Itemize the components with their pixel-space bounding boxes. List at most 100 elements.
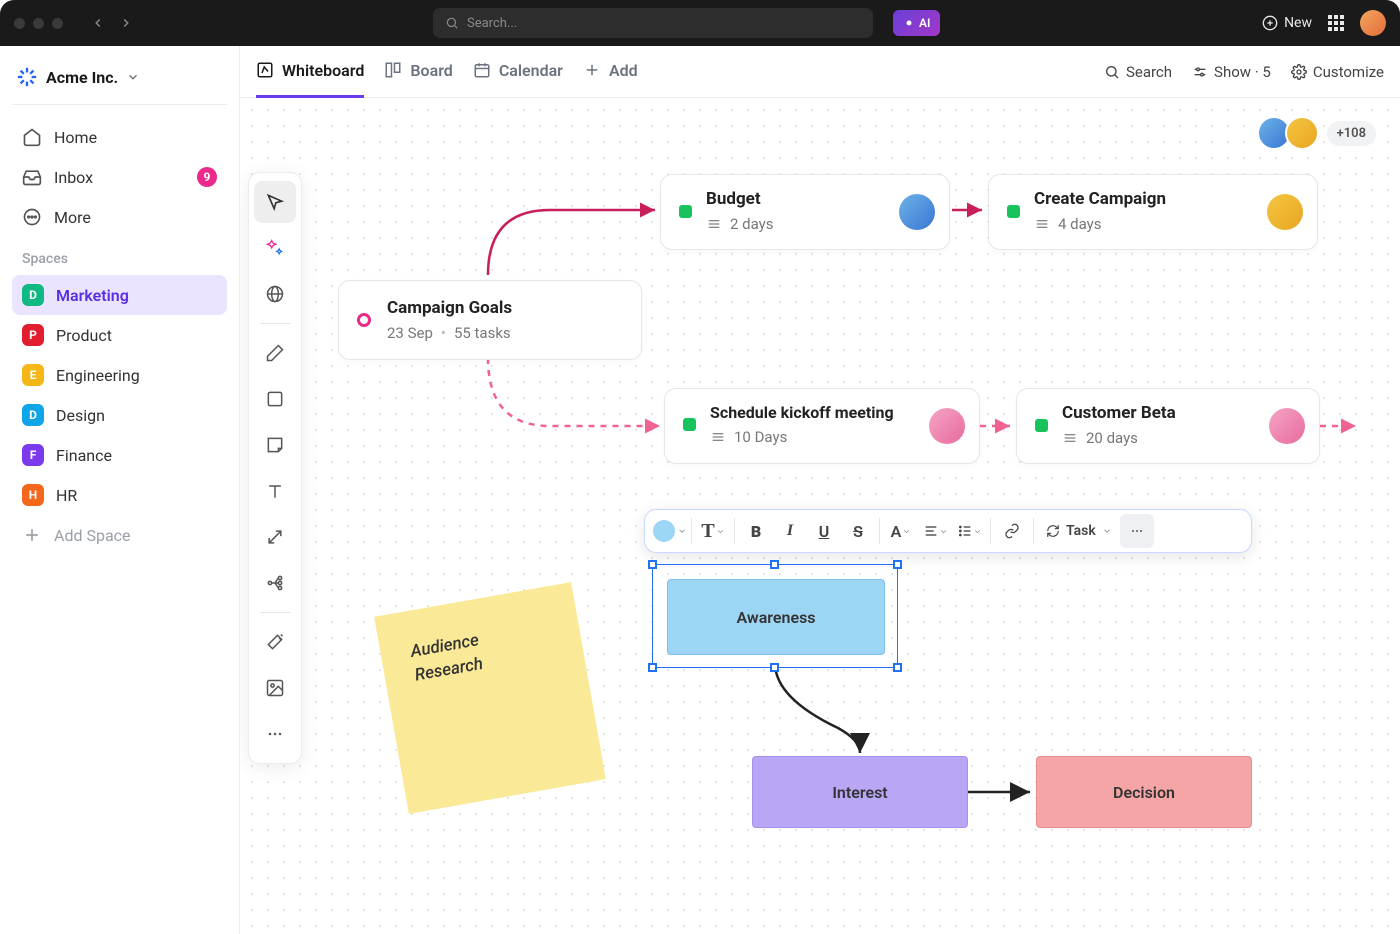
card-kickoff[interactable]: Schedule kickoff meeting 10 Days: [664, 388, 980, 464]
space-design[interactable]: DDesign: [12, 395, 227, 435]
status-done-icon: [683, 418, 696, 431]
dots-icon: [265, 724, 285, 744]
link-button[interactable]: [995, 514, 1029, 548]
tab-board[interactable]: Board: [384, 46, 452, 98]
selection-frame[interactable]: Awareness: [652, 564, 898, 668]
cursor-icon: [265, 192, 285, 212]
sticky-icon: [265, 435, 285, 455]
workspace-switcher[interactable]: Acme Inc.: [12, 60, 227, 105]
tab-calendar[interactable]: Calendar: [473, 46, 563, 98]
list-button[interactable]: [952, 514, 986, 548]
show-button[interactable]: Show · 5: [1192, 63, 1271, 81]
space-product[interactable]: PProduct: [12, 315, 227, 355]
tool-connector[interactable]: [254, 516, 296, 558]
font-button[interactable]: T: [696, 514, 730, 548]
titlebar: Search... AI New: [0, 0, 1400, 46]
history-nav[interactable]: [91, 16, 133, 30]
text-color-button[interactable]: A: [884, 514, 918, 548]
space-marketing[interactable]: DMarketing: [12, 275, 227, 315]
avatar[interactable]: [1285, 116, 1319, 150]
inbox-badge: 9: [197, 167, 217, 187]
color-picker[interactable]: [653, 514, 687, 548]
status-done-icon: [1035, 419, 1048, 432]
sticky-note[interactable]: Audience Research: [374, 582, 606, 814]
sliders-icon: [1192, 64, 1208, 80]
canvas-search[interactable]: Search: [1104, 63, 1172, 81]
logo-icon: [16, 66, 38, 88]
sidebar-item-home[interactable]: Home: [12, 117, 227, 157]
task-dropdown[interactable]: Task: [1038, 514, 1120, 548]
tool-web[interactable]: [254, 273, 296, 315]
tool-palette: [248, 172, 302, 764]
search-icon: [1104, 64, 1120, 80]
tool-sticky[interactable]: [254, 424, 296, 466]
customize-button[interactable]: Customize: [1291, 63, 1384, 81]
format-toolbar: T B I U S A Task: [644, 509, 1252, 553]
list-icon: [1062, 430, 1078, 446]
status-done-icon: [679, 205, 692, 218]
sync-icon: [1046, 524, 1060, 538]
sparkles-icon: [265, 238, 285, 258]
card-create-campaign[interactable]: Create Campaign 4 days: [988, 174, 1318, 250]
view-tabs: Whiteboard Board Calendar Add Search Sho…: [240, 46, 1400, 98]
underline-button[interactable]: U: [807, 514, 841, 548]
plus-icon: [22, 525, 42, 545]
workspace-name: Acme Inc.: [46, 68, 118, 87]
tab-add[interactable]: Add: [583, 46, 638, 98]
sidebar-item-more[interactable]: More: [12, 197, 227, 237]
forward-icon[interactable]: [119, 16, 133, 30]
ai-button[interactable]: AI: [893, 10, 940, 36]
global-search[interactable]: Search...: [433, 8, 873, 38]
link-icon: [1004, 523, 1020, 539]
sidebar-item-inbox[interactable]: Inbox 9: [12, 157, 227, 197]
node-awareness[interactable]: Awareness: [667, 579, 885, 655]
space-engineering[interactable]: EEngineering: [12, 355, 227, 395]
tool-text[interactable]: [254, 470, 296, 512]
avatar[interactable]: [1269, 408, 1305, 444]
new-button[interactable]: New: [1262, 15, 1312, 31]
italic-button[interactable]: I: [773, 514, 807, 548]
list-icon: [706, 216, 722, 232]
add-space-button[interactable]: Add Space: [12, 515, 227, 555]
bold-button[interactable]: B: [739, 514, 773, 548]
bullet-icon: [957, 523, 973, 539]
card-customer-beta[interactable]: Customer Beta 20 days: [1016, 388, 1320, 464]
space-finance[interactable]: FFinance: [12, 435, 227, 475]
tab-whiteboard[interactable]: Whiteboard: [256, 46, 364, 98]
avatar[interactable]: [929, 408, 965, 444]
chevron-down-icon: [126, 70, 140, 84]
more-count[interactable]: +108: [1327, 121, 1376, 146]
square-icon: [265, 389, 285, 409]
tool-shape[interactable]: [254, 378, 296, 420]
align-icon: [923, 523, 939, 539]
tool-ai[interactable]: [254, 227, 296, 269]
card-budget[interactable]: Budget 2 days: [660, 174, 950, 250]
more-format-button[interactable]: [1120, 514, 1154, 548]
globe-icon: [265, 284, 285, 304]
space-hr[interactable]: HHR: [12, 475, 227, 515]
status-done-icon: [1007, 205, 1020, 218]
search-icon: [445, 16, 459, 30]
align-button[interactable]: [918, 514, 952, 548]
tool-pen[interactable]: [254, 332, 296, 374]
avatar[interactable]: [899, 194, 935, 230]
apps-icon[interactable]: [1328, 15, 1344, 31]
tool-image[interactable]: [254, 667, 296, 709]
user-avatar[interactable]: [1360, 10, 1386, 36]
search-placeholder: Search...: [467, 16, 517, 31]
tool-more[interactable]: [254, 713, 296, 755]
tool-effects[interactable]: [254, 621, 296, 663]
strike-button[interactable]: S: [841, 514, 875, 548]
tool-select[interactable]: [254, 181, 296, 223]
plus-icon: [583, 61, 601, 79]
tool-mindmap[interactable]: [254, 562, 296, 604]
canvas[interactable]: +108: [240, 98, 1400, 934]
node-decision[interactable]: Decision: [1036, 756, 1252, 828]
collaborators[interactable]: +108: [1263, 116, 1376, 150]
node-interest[interactable]: Interest: [752, 756, 968, 828]
avatar[interactable]: [1267, 194, 1303, 230]
window-controls[interactable]: [14, 18, 63, 29]
back-icon[interactable]: [91, 16, 105, 30]
inbox-icon: [22, 167, 42, 187]
card-campaign-goals[interactable]: Campaign Goals 23 Sep•55 tasks: [338, 280, 642, 360]
